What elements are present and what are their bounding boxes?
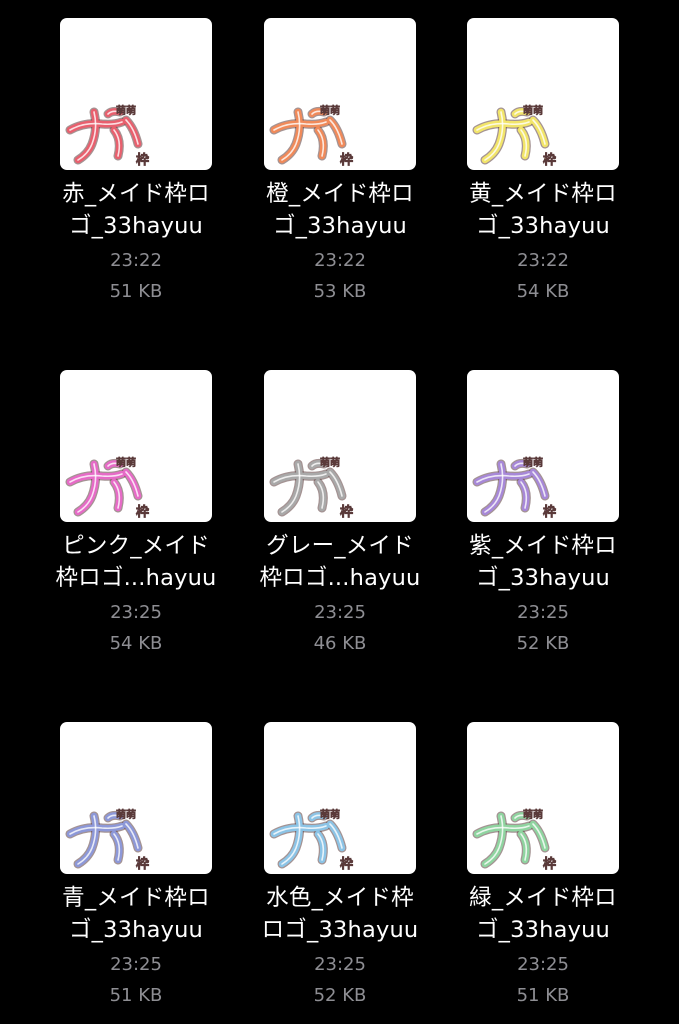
file-item-yellow[interactable]: 萌萌枠 黄_メイド枠ロ ゴ_33hayuu 23:22 54 KB [416,18,620,318]
file-thumbnail[interactable]: 萌萌枠 [264,18,416,170]
svg-text:萌萌: 萌萌 [320,104,340,117]
svg-text:枠: 枠 [136,856,149,872]
maid-logo-image: 萌萌枠 [472,808,556,872]
maid-logo-image: 萌萌枠 [65,456,149,520]
file-size: 54 KB [516,281,570,302]
file-name-line1: 紫_メイド枠ロ [469,533,617,559]
file-size: 52 KB [516,633,570,654]
file-thumbnail[interactable]: 萌萌枠 [264,722,416,874]
file-thumbnail[interactable]: 萌萌枠 [467,18,619,170]
svg-text:枠: 枠 [543,504,556,520]
file-name-line1: 黄_メイド枠ロ [469,181,617,207]
file-name-line1: 緑_メイド枠ロ [469,885,617,911]
maid-logo-image: 萌萌枠 [65,808,149,872]
svg-text:萌萌: 萌萌 [116,808,136,821]
file-thumbnail[interactable]: 萌萌枠 [467,370,619,522]
svg-text:萌萌: 萌萌 [320,456,340,469]
file-name: 黄_メイド枠ロ ゴ_33hayuu [416,178,670,242]
svg-text:枠: 枠 [543,152,556,168]
file-time: 23:25 [517,602,569,623]
file-time: 23:25 [517,954,569,975]
file-item-light-blue[interactable]: 萌萌枠 水色_メイド枠 ロゴ_33hayuu 23:25 52 KB [213,722,418,1022]
file-thumbnail[interactable]: 萌萌枠 [467,722,619,874]
file-thumbnail[interactable]: 萌萌枠 [60,722,212,874]
file-item-pink[interactable]: 萌萌枠 ピンク_メイド 枠ロゴ...hayuu 23:25 54 KB [9,370,216,670]
svg-text:枠: 枠 [340,504,353,520]
svg-text:枠: 枠 [340,152,353,168]
svg-text:萌萌: 萌萌 [523,104,543,117]
file-item-orange[interactable]: 萌萌枠 橙_メイド枠ロ ゴ_33hayuu 23:22 53 KB [213,18,417,318]
file-thumbnail[interactable]: 萌萌枠 [264,370,416,522]
maid-logo-image: 萌萌枠 [472,456,556,520]
file-item-red[interactable]: 萌萌枠 赤_メイド枠ロ ゴ_33hayuu 23:22 51 KB [9,18,213,318]
maid-logo-image: 萌萌枠 [472,104,556,168]
svg-text:枠: 枠 [340,856,353,872]
file-size: 51 KB [516,985,570,1006]
maid-logo-image: 萌萌枠 [65,104,149,168]
maid-logo-image: 萌萌枠 [269,808,353,872]
svg-text:萌萌: 萌萌 [320,808,340,821]
maid-logo-image: 萌萌枠 [269,104,353,168]
file-name: 紫_メイド枠ロ ゴ_33hayuu [416,530,670,594]
file-name: 緑_メイド枠ロ ゴ_33hayuu [416,882,670,946]
file-name-line2: ゴ_33hayuu [475,213,611,239]
maid-logo-image: 萌萌枠 [269,456,353,520]
file-thumbnail[interactable]: 萌萌枠 [60,18,212,170]
svg-text:萌萌: 萌萌 [116,104,136,117]
file-name-line2: ゴ_33hayuu [475,565,611,591]
file-item-blue[interactable]: 萌萌枠 青_メイド枠ロ ゴ_33hayuu 23:25 51 KB [9,722,213,1022]
file-time: 23:22 [517,250,569,271]
file-name-line2: ゴ_33hayuu [475,917,611,943]
file-thumbnail[interactable]: 萌萌枠 [60,370,212,522]
svg-text:萌萌: 萌萌 [523,456,543,469]
file-item-gray[interactable]: 萌萌枠 グレー_メイド 枠ロゴ...hayuu 23:25 46 KB [213,370,420,670]
file-grid: 萌萌枠 赤_メイド枠ロ ゴ_33hayuu 23:22 51 KB 萌萌枠 橙_… [0,0,679,1024]
file-item-purple[interactable]: 萌萌枠 紫_メイド枠ロ ゴ_33hayuu 23:25 52 KB [416,370,620,670]
svg-text:枠: 枠 [136,152,149,168]
svg-text:萌萌: 萌萌 [523,808,543,821]
file-item-green[interactable]: 萌萌枠 緑_メイド枠ロ ゴ_33hayuu 23:25 51 KB [416,722,620,1022]
svg-text:萌萌: 萌萌 [116,456,136,469]
svg-text:枠: 枠 [543,856,556,872]
svg-text:枠: 枠 [136,504,149,520]
